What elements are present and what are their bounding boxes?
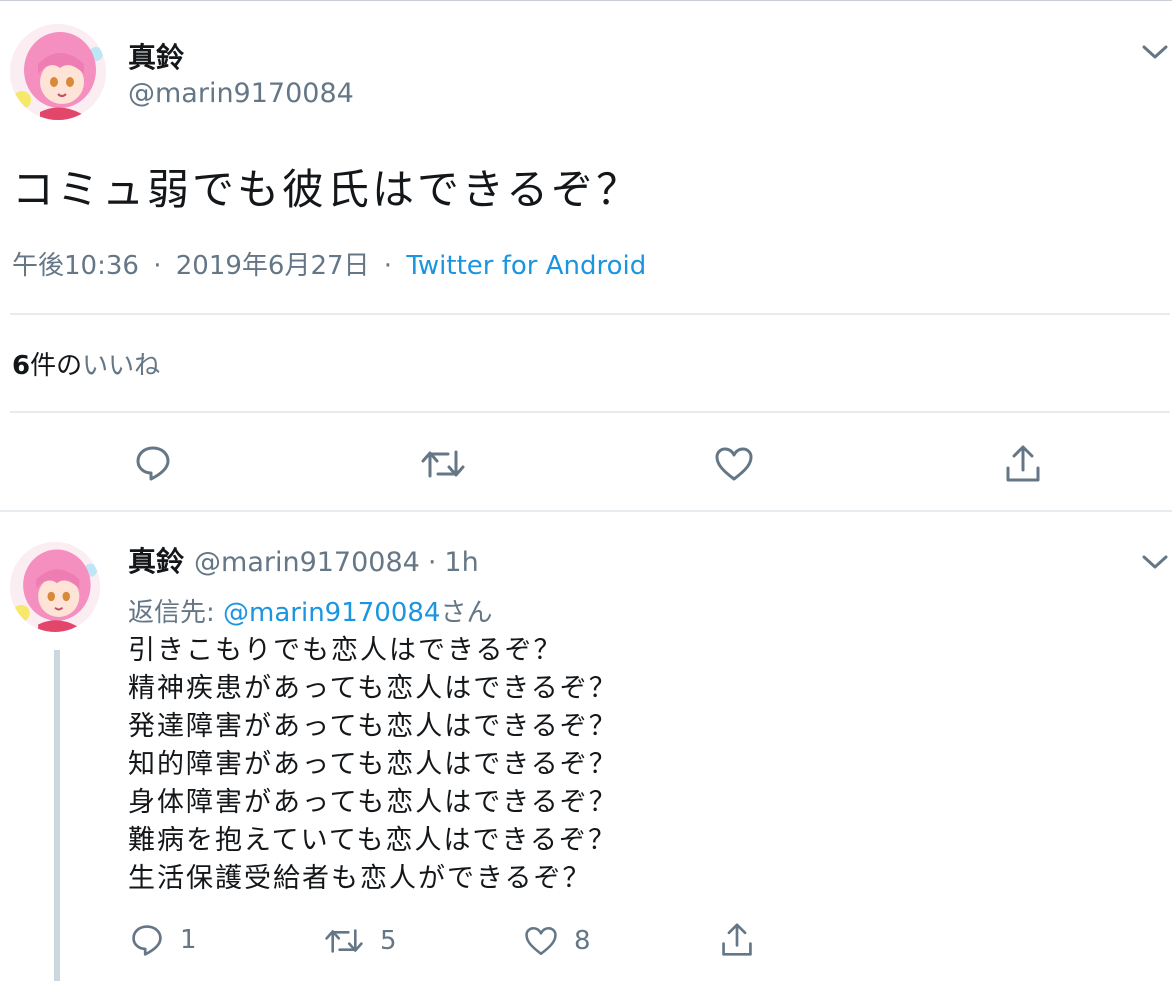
divider xyxy=(0,510,1172,512)
tweet-date[interactable]: 2019年6月27日 xyxy=(176,251,370,281)
retweet-button[interactable] xyxy=(420,446,466,482)
like-count: 8 xyxy=(574,926,591,956)
reply-text-line: 身体障害があっても恋人はできるぞ？ xyxy=(128,787,618,818)
tweet-time: 午後10:36 xyxy=(12,251,139,281)
reply-user-handle[interactable]: @marin9170084 xyxy=(194,547,420,578)
top-border xyxy=(0,0,1172,1)
likes-summary[interactable]: 6件のいいね xyxy=(12,345,160,382)
reply-text-line: 知的障害があっても恋人はできるぞ？ xyxy=(128,749,618,780)
reply-time[interactable]: 1h xyxy=(444,547,478,578)
reply-text-line: 発達障害があっても恋人はできるぞ？ xyxy=(128,711,618,742)
divider xyxy=(10,313,1170,315)
display-name[interactable]: 真鈴 xyxy=(128,36,184,76)
reply-header: 真鈴 @marin9170084 · 1h xyxy=(128,540,479,580)
avatar-illustration xyxy=(10,542,100,632)
reply-button[interactable] xyxy=(134,444,172,482)
retweet-button[interactable]: 5 xyxy=(324,925,397,957)
reply-icon xyxy=(136,446,170,481)
chevron-down-icon[interactable] xyxy=(1140,552,1170,572)
user-handle[interactable]: @marin9170084 xyxy=(128,78,354,109)
replying-to: 返信先: @marin9170084さん xyxy=(128,592,493,629)
tweet-meta: 午後10:36 · 2019年6月27日 · Twitter for Andro… xyxy=(12,245,646,282)
replying-to-prefix: 返信先: xyxy=(128,598,224,628)
reply-count: 1 xyxy=(180,925,197,955)
reply-display-name[interactable]: 真鈴 xyxy=(128,545,184,578)
like-button[interactable]: 8 xyxy=(524,925,591,957)
thread-line xyxy=(54,650,60,981)
meta-separator: · xyxy=(153,251,162,281)
replying-to-mention[interactable]: @marin9170084 xyxy=(223,598,440,628)
share-button[interactable] xyxy=(720,922,754,958)
reply-text-line: 精神疾患があっても恋人はできるぞ？ xyxy=(128,673,618,704)
retweet-icon xyxy=(325,929,363,953)
retweet-icon xyxy=(421,450,465,478)
avatar[interactable] xyxy=(10,24,106,120)
heart-icon xyxy=(525,926,557,956)
reply-button[interactable]: 1 xyxy=(130,923,197,957)
reply-text-line: 生活保護受給者も恋人ができるぞ？ xyxy=(128,863,592,894)
meta-separator: · xyxy=(383,251,393,281)
tweet-text: コミュ弱でも彼氏はできるぞ？ xyxy=(12,165,642,214)
likes-count: 6 xyxy=(12,351,31,381)
avatar-illustration xyxy=(10,24,106,120)
reply-text-line: 引きこもりでも恋人はできるぞ？ xyxy=(128,635,563,666)
divider xyxy=(10,411,1170,413)
share-icon xyxy=(1006,445,1040,482)
reply-text-line: 難病を抱えていても恋人はできるぞ？ xyxy=(128,825,617,856)
heart-icon xyxy=(715,447,753,481)
replying-to-suffix: さん xyxy=(440,598,493,628)
share-icon xyxy=(722,923,752,956)
reply-text: 引きこもりでも恋人はできるぞ？ 精神疾患があっても恋人はできるぞ？ 発達障害があ… xyxy=(128,632,618,898)
tweet-source-link[interactable]: Twitter for Android xyxy=(406,251,646,281)
reply-separator: · xyxy=(427,547,437,578)
like-button[interactable] xyxy=(714,446,754,482)
reply-icon xyxy=(132,925,162,956)
reply-avatar[interactable] xyxy=(10,542,100,632)
chevron-down-icon[interactable] xyxy=(1140,42,1170,62)
likes-label: いいね xyxy=(82,351,161,381)
likes-suffix: 件の xyxy=(30,351,83,381)
retweet-count: 5 xyxy=(380,926,397,956)
share-button[interactable] xyxy=(1004,444,1042,484)
